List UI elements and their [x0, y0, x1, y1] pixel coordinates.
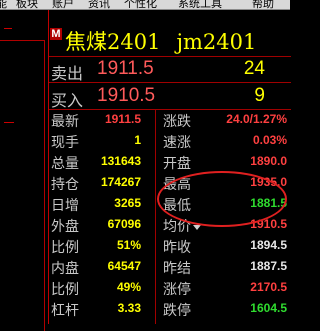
left-marker-2 — [4, 122, 14, 123]
stat-label: 持仓 — [51, 176, 79, 192]
stats-row: 总量 131643 开盘 1890.0 — [49, 152, 291, 172]
stat-value: 67096 — [107, 217, 141, 231]
stat-label: 最新 — [51, 113, 79, 129]
contract-code: jm2401 — [176, 30, 257, 54]
bid-label: 买入 — [51, 93, 84, 110]
contract-title: 焦煤2401 jm2401 — [65, 26, 256, 56]
stat-label: 内盘 — [51, 260, 79, 276]
highlight-ellipse — [157, 171, 287, 227]
stat-label: 涨停 — [163, 281, 191, 297]
stats-row: 杠杆 3.33 跌停 1604.5 — [49, 299, 291, 319]
stat-value: 1887.5 — [250, 259, 287, 273]
left-chart-frame — [0, 40, 45, 331]
stats-row: 比例 51% 昨收 1894.5 — [49, 236, 291, 256]
bid-volume: 9 — [254, 85, 265, 106]
stat-label: 速涨 — [163, 134, 191, 150]
stat-value: 2170.5 — [250, 280, 287, 294]
stat-label: 涨跌 — [163, 113, 191, 129]
menu-item-0[interactable]: 能 — [0, 0, 7, 9]
menu-item-account[interactable]: 账户 — [52, 0, 74, 9]
ask-price: 1911.5 — [97, 58, 154, 79]
ask-volume: 24 — [243, 58, 265, 79]
stat-value: 51% — [116, 238, 141, 252]
stat-value: 1 — [134, 133, 141, 147]
stat-label: 日增 — [51, 197, 79, 213]
left-chart-edge — [0, 10, 48, 331]
menu-item-help[interactable]: 帮助 — [252, 0, 274, 9]
stat-value: 3265 — [114, 196, 141, 210]
stat-label: 比例 — [51, 281, 79, 297]
stats-row: 最新 1911.5 涨跌 24.0/1.27% — [49, 110, 291, 130]
menu-item-board[interactable]: 板块 — [16, 0, 38, 9]
stat-label: 现手 — [51, 134, 79, 150]
stats-row: 现手 1 速涨 0.03% — [49, 131, 291, 151]
chevron-down-icon[interactable] — [193, 224, 201, 230]
left-marker — [4, 28, 12, 29]
stats-row: 内盘 64547 昨结 1887.5 — [49, 257, 291, 277]
stat-value: 64547 — [107, 259, 141, 273]
stat-value: 1890.0 — [250, 154, 287, 168]
stat-value: 1894.5 — [250, 238, 287, 252]
stat-label: 外盘 — [51, 218, 79, 234]
stat-value: 49% — [116, 280, 141, 294]
stat-value: 0.03% — [252, 133, 287, 147]
stat-value: 1911.5 — [104, 112, 141, 126]
stat-value: 24.0/1.27% — [226, 112, 287, 126]
stat-value: 131643 — [100, 154, 141, 168]
stats-row: 比例 49% 涨停 2170.5 — [49, 278, 291, 298]
stat-label: 昨收 — [163, 239, 191, 255]
stat-label: 昨结 — [163, 260, 191, 276]
contract-name: 焦煤2401 — [65, 30, 161, 54]
menu-item-news[interactable]: 资讯 — [88, 0, 110, 9]
stat-label: 总量 — [51, 155, 79, 171]
stat-label: 杠杆 — [51, 302, 79, 318]
menu-item-system-tools[interactable]: 系统工具 — [178, 0, 222, 9]
quote-panel: M 焦煤2401 jm2401 卖出 1911.5 24 买入 1910.5 9 … — [48, 10, 291, 324]
stat-label: 开盘 — [163, 155, 191, 171]
menu-bar: 能 板块 账户 资讯 个性化 系统工具 帮助 — [0, 0, 290, 10]
stat-value: 3.33 — [117, 301, 141, 315]
stat-label: 比例 — [51, 239, 79, 255]
bid-row[interactable]: 买入 1910.5 9 — [49, 83, 291, 111]
market-badge[interactable]: M — [50, 28, 62, 40]
stat-value: 174267 — [100, 175, 141, 189]
ask-label: 卖出 — [51, 66, 84, 83]
stat-label: 跌停 — [163, 302, 191, 318]
bid-price: 1910.5 — [97, 85, 156, 106]
menu-item-personalize[interactable]: 个性化 — [124, 0, 157, 9]
ask-row[interactable]: 卖出 1911.5 24 — [49, 56, 291, 84]
stat-value: 1604.5 — [250, 301, 287, 315]
